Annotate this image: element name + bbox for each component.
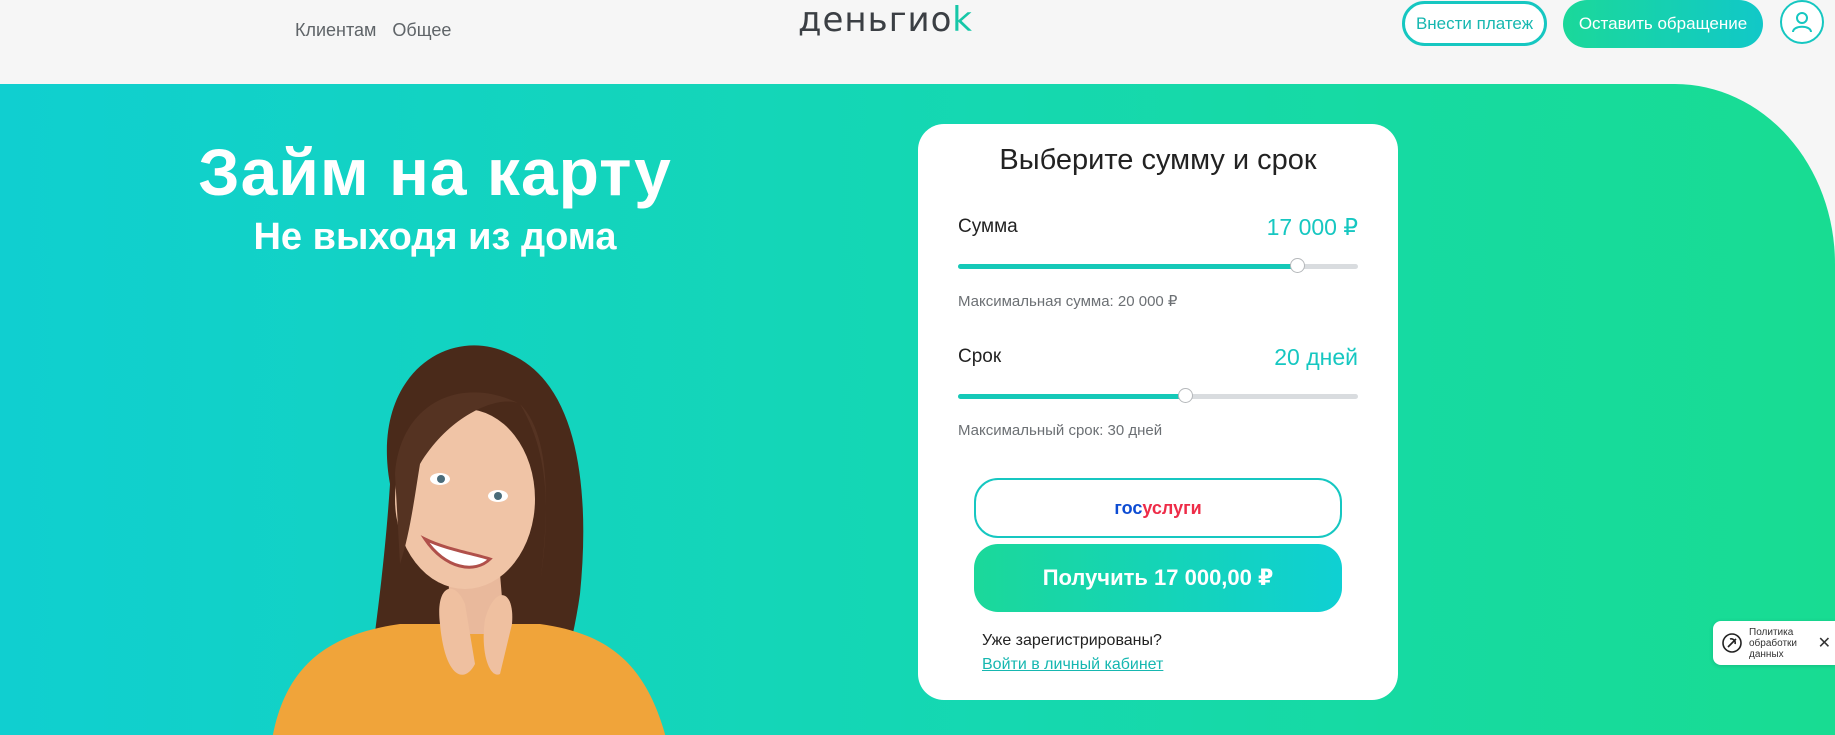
gosuslugi-part2: услуги [1142,497,1202,518]
pay-button[interactable]: Внести платеж [1402,1,1547,46]
term-value: 20 дней [1274,344,1358,370]
user-icon [1792,12,1812,33]
term-slider-fill [958,394,1186,399]
logo-accent: k [952,0,973,40]
privacy-policy-badge[interactable]: Политика обработки данных ✕ [1713,621,1835,665]
site-header: Клиентам Общее деньгиo k Внести платеж О… [0,0,1835,84]
hero-title: Займ на карту [198,135,672,209]
amount-value: 17 000 ₽ [1266,214,1358,240]
gosuslugi-button[interactable]: гос услуги [974,478,1342,538]
logo-text: деньгиo [798,0,953,40]
user-account-button[interactable] [1780,0,1824,44]
loan-calculator-card: Выберите сумму и срок Сумма 17 000 ₽ Мак… [918,124,1398,700]
logo[interactable]: деньгиo k [798,0,973,46]
term-label: Срок [958,346,1002,367]
gosuslugi-part1: гос [1114,497,1143,518]
privacy-icon [1722,633,1742,653]
term-slider[interactable] [958,388,1358,403]
woman-photo [272,345,666,735]
registered-text: Уже зарегистрированы? [982,632,1162,649]
amount-slider-handle[interactable] [1290,258,1305,273]
amount-slider-fill [958,264,1298,269]
calculator-title: Выберите сумму и срок [999,144,1317,176]
term-hint: Максимальный срок: 30 дней [958,422,1163,439]
privacy-text: Политика обработки данных [1749,627,1798,660]
nav-clients[interactable]: Клиентам [295,20,376,41]
amount-slider[interactable] [958,258,1358,273]
term-slider-handle[interactable] [1178,388,1193,403]
appeal-button[interactable]: Оставить обращение [1563,0,1763,48]
get-loan-button[interactable]: Получить 17 000,00 ₽ [974,544,1342,612]
top-nav: Клиентам Общее [295,20,451,41]
nav-general[interactable]: Общее [392,20,451,41]
amount-label: Сумма [958,216,1018,237]
close-icon[interactable]: ✕ [1818,633,1831,653]
amount-hint: Максимальная сумма: 20 000 ₽ [958,293,1178,310]
hero-section: Займ на карту Не выходя из дома Выберите… [0,84,1835,735]
login-link[interactable]: Войти в личный кабинет [982,656,1163,674]
hero-subtitle: Не выходя из дома [253,216,617,258]
